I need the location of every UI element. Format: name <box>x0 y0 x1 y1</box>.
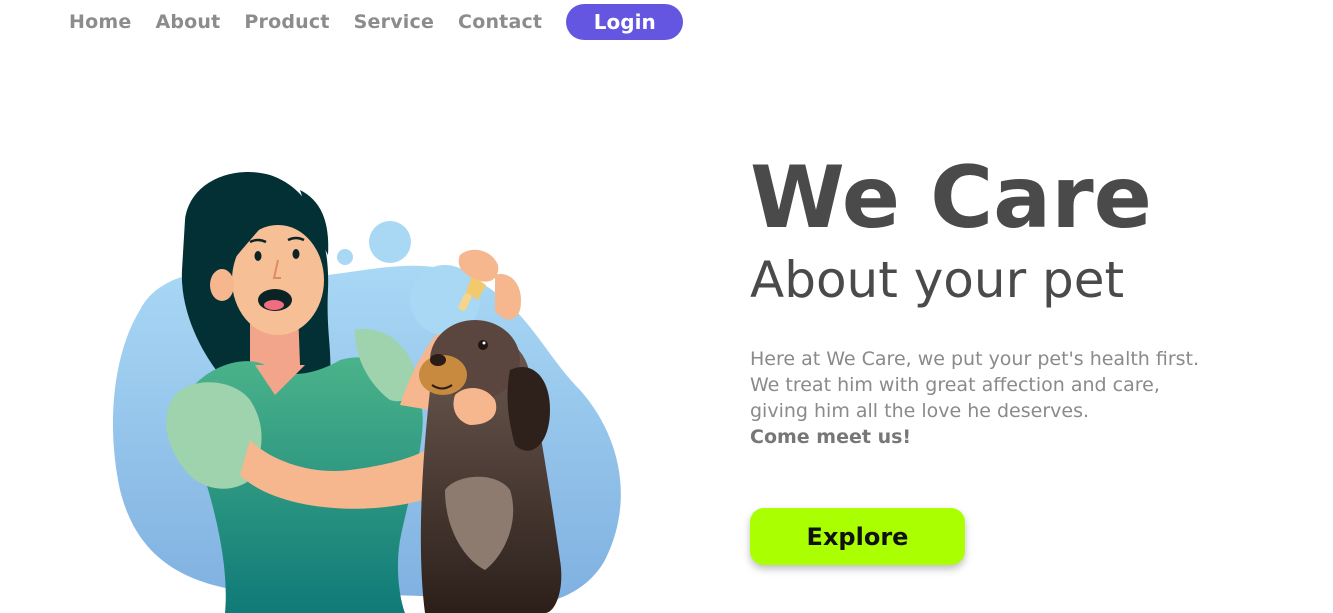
woman-with-dog-illustration <box>100 160 660 613</box>
nav-contact[interactable]: Contact <box>458 11 542 33</box>
page: Home About Product Service Contact Login <box>0 0 1333 613</box>
nav-product[interactable]: Product <box>244 11 329 33</box>
hero-cta-text: Come meet us! <box>750 426 912 448</box>
hero-description-block: Here at We Care, we put your pet's healt… <box>750 346 1220 450</box>
nav-about[interactable]: About <box>155 11 220 33</box>
hero-subtitle: About your pet <box>750 251 1125 309</box>
login-button[interactable]: Login <box>566 4 684 40</box>
hero-description: Here at We Care, we put your pet's healt… <box>750 348 1200 422</box>
top-nav: Home About Product Service Contact Login <box>69 4 684 40</box>
hero-section: We Care About your pet Here at We Care, … <box>750 150 1270 450</box>
nav-service[interactable]: Service <box>354 11 434 33</box>
explore-button[interactable]: Explore <box>750 508 965 565</box>
hero-title: We Care <box>750 148 1152 248</box>
nav-home[interactable]: Home <box>69 11 131 33</box>
